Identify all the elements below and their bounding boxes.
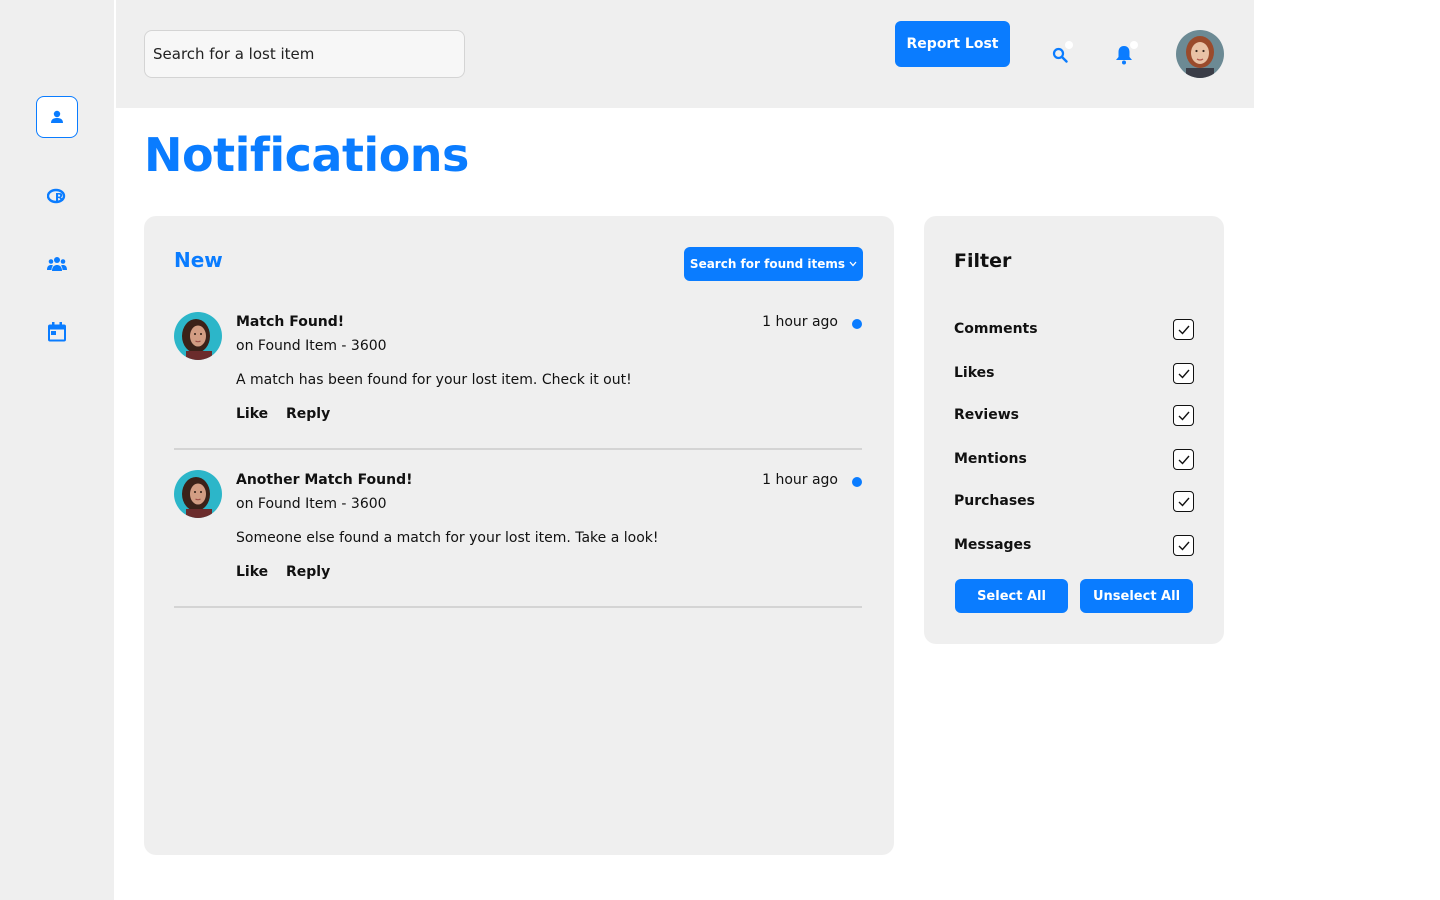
report-lost-button[interactable]: Report Lost (895, 21, 1010, 67)
divider (174, 606, 862, 608)
notification-subtitle: on Found Item - 3600 (236, 338, 387, 354)
sidebar-item-community[interactable] (36, 243, 78, 285)
checkbox[interactable] (1173, 491, 1194, 512)
checkbox[interactable] (1173, 405, 1194, 426)
notification-body: A match has been found for your lost ite… (236, 372, 632, 388)
sidebar-item-registered[interactable]: R (36, 175, 78, 217)
search-button[interactable] (1046, 41, 1074, 69)
checkbox[interactable] (1173, 449, 1194, 470)
notification-title: Match Found! (236, 314, 345, 330)
calendar-icon (48, 322, 66, 342)
check-icon (1178, 455, 1190, 465)
notification-item[interactable]: Match Found! on Found Item - 3600 A matc… (174, 312, 862, 452)
search-found-items-dropdown[interactable]: Search for found items (684, 247, 863, 281)
filter-option-purchases[interactable]: Purchases (954, 491, 1194, 513)
search-indicator-dot (1065, 41, 1073, 49)
checkbox[interactable] (1173, 363, 1194, 384)
filter-option-label: Mentions (954, 451, 1027, 467)
filter-option-mentions[interactable]: Mentions (954, 449, 1194, 471)
filter-option-reviews[interactable]: Reviews (954, 405, 1194, 427)
filter-option-messages[interactable]: Messages (954, 535, 1194, 557)
chevron-down-icon (849, 261, 857, 267)
dropdown-label: Search for found items (689, 257, 846, 271)
like-button[interactable]: Like (236, 406, 268, 422)
sidebar: R (0, 0, 114, 900)
avatar-image (1176, 30, 1224, 78)
avatar-image (174, 470, 222, 518)
check-icon (1178, 369, 1190, 379)
check-icon (1178, 325, 1190, 335)
checkbox[interactable] (1173, 535, 1194, 556)
filter-option-label: Purchases (954, 493, 1036, 509)
filter-option-label: Comments (954, 321, 1038, 337)
top-bar: Report Lost (116, 0, 1254, 108)
avatar (174, 312, 222, 360)
filter-title: Filter (954, 250, 1012, 272)
search-input[interactable] (144, 30, 465, 78)
unread-dot (852, 319, 862, 329)
user-avatar[interactable] (1176, 30, 1224, 78)
filter-option-likes[interactable]: Likes (954, 363, 1194, 385)
filter-option-comments[interactable]: Comments (954, 319, 1194, 341)
users-icon (47, 257, 67, 271)
filter-panel: Filter Comments Likes Reviews Mentions P… (924, 216, 1224, 644)
avatar-image (174, 312, 222, 360)
notification-time: 1 hour ago (762, 472, 838, 488)
sidebar-divider (114, 0, 116, 900)
notification-body: Someone else found a match for your lost… (236, 530, 659, 546)
svg-text:R: R (55, 191, 64, 204)
notification-subtitle: on Found Item - 3600 (236, 496, 387, 512)
notification-time: 1 hour ago (762, 314, 838, 330)
bell-icon (1116, 46, 1132, 65)
reply-button[interactable]: Reply (286, 406, 330, 422)
unread-dot (852, 477, 862, 487)
notification-title: Another Match Found! (236, 472, 413, 488)
notifications-button[interactable] (1110, 41, 1138, 69)
filter-option-label: Reviews (954, 407, 1019, 423)
notification-item[interactable]: Another Match Found! on Found Item - 360… (174, 470, 862, 610)
select-all-button[interactable]: Select All (955, 579, 1068, 613)
check-icon (1178, 497, 1190, 507)
reply-button[interactable]: Reply (286, 564, 330, 580)
unselect-all-button[interactable]: Unselect All (1080, 579, 1193, 613)
notifications-panel: New Search for found items Match Found! … (144, 216, 894, 855)
page-title: Notifications (144, 128, 469, 182)
search-icon (1052, 47, 1068, 63)
check-icon (1178, 411, 1190, 421)
notification-indicator-dot (1130, 41, 1138, 49)
filter-option-label: Likes (954, 365, 995, 381)
registered-icon: R (47, 188, 66, 204)
checkbox[interactable] (1173, 319, 1194, 340)
section-label-new: New (174, 248, 223, 272)
user-icon (51, 110, 63, 123)
like-button[interactable]: Like (236, 564, 268, 580)
check-icon (1178, 541, 1190, 551)
sidebar-item-profile[interactable] (36, 96, 78, 138)
sidebar-item-calendar[interactable] (36, 311, 78, 353)
avatar (174, 470, 222, 518)
divider (174, 448, 862, 450)
filter-option-label: Messages (954, 537, 1032, 553)
